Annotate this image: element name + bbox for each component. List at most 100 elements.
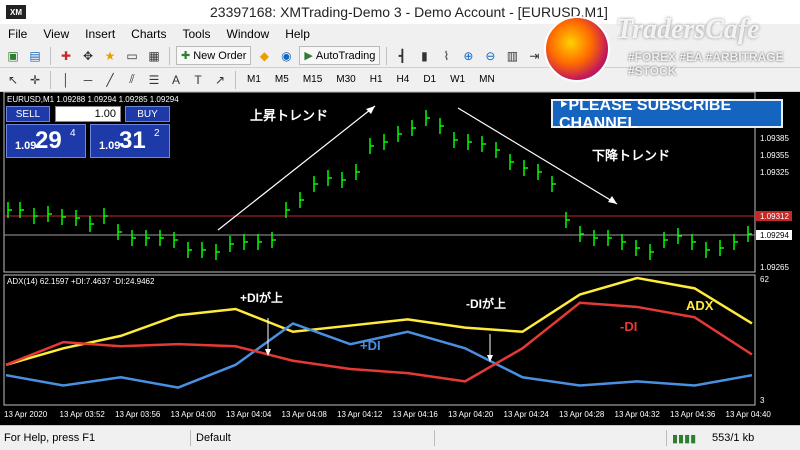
menu-charts[interactable]: Charts xyxy=(123,27,174,41)
menu-view[interactable]: View xyxy=(35,27,77,41)
autotrading-button[interactable]: ▶ AutoTrading xyxy=(299,46,381,65)
arrows-tool-icon[interactable]: ↗ xyxy=(211,71,229,89)
x-tick-label: 13 Apr 04:00 xyxy=(171,410,217,419)
fibonacci-icon[interactable]: ☰ xyxy=(145,71,163,89)
channel-icon[interactable]: ⫽ xyxy=(123,71,141,89)
timeframe-m5[interactable]: M5 xyxy=(270,74,294,85)
x-tick-label: 13 Apr 04:12 xyxy=(337,410,383,419)
series-line-di xyxy=(5,322,753,389)
line-chart-icon[interactable]: ⌇ xyxy=(437,47,455,65)
y-tick-label: 1.09325 xyxy=(760,168,789,177)
y-tick-label: 1.09355 xyxy=(760,151,789,160)
timeframe-m1[interactable]: M1 xyxy=(242,74,266,85)
x-tick-label: 13 Apr 04:40 xyxy=(726,410,772,419)
traderscafe-watermark: TradersCafe #FOREX #EA #ARBITRAGE #STOCK xyxy=(540,14,800,94)
red-price-tag-label: 1.09312 xyxy=(760,212,789,221)
tile-windows-icon[interactable]: ▥ xyxy=(503,47,521,65)
timeframe-h1[interactable]: H1 xyxy=(365,74,388,85)
candlestick-icon[interactable]: ▮ xyxy=(415,47,433,65)
tester-icon[interactable]: ▦ xyxy=(145,47,163,65)
adx-series-label: ADX xyxy=(686,298,714,313)
timeframe-m30[interactable]: M30 xyxy=(331,74,360,85)
x-tick-label: 13 Apr 04:04 xyxy=(226,410,272,419)
adx-header: ADX(14) 62.1597 +DI:7.4637 -DI:24.9462 xyxy=(7,277,155,286)
timeframe-m15[interactable]: M15 xyxy=(298,74,327,85)
one-click-trading-panel: SELL 1.00 BUY 1.09 29 4 1.09 31 2 xyxy=(6,106,170,158)
buy-price-button[interactable]: 1.09 31 2 xyxy=(90,124,170,158)
x-tick-label: 13 Apr 04:32 xyxy=(615,410,661,419)
buy-price-big: 31 xyxy=(119,127,146,154)
terminal-icon[interactable]: ▭ xyxy=(123,47,141,65)
app-logo-icon: XM xyxy=(6,5,26,19)
vertical-line-icon[interactable]: │ xyxy=(57,71,75,89)
zoom-in-icon[interactable]: ⊕ xyxy=(459,47,477,65)
horizontal-line-icon[interactable]: ─ xyxy=(79,71,97,89)
x-tick-label: 13 Apr 04:28 xyxy=(559,410,605,419)
menu-tools[interactable]: Tools xyxy=(175,27,219,41)
trendline-icon[interactable]: ╱ xyxy=(101,71,119,89)
x-tick-label: 13 Apr 04:36 xyxy=(670,410,716,419)
adx-lines-group xyxy=(5,276,753,389)
cursor-icon[interactable]: ↖ xyxy=(4,71,22,89)
y-tick-label: 1.09265 xyxy=(760,263,789,272)
x-tick-label: 13 Apr 04:16 xyxy=(393,410,439,419)
new-order-button[interactable]: ✚ New Order xyxy=(176,46,252,65)
timeframe-w1[interactable]: W1 xyxy=(445,74,470,85)
sell-price-sup: 4 xyxy=(70,128,76,139)
new-order-icon: ✚ xyxy=(181,50,191,62)
autotrading-label: AutoTrading xyxy=(315,49,376,62)
sell-price-button[interactable]: 1.09 29 4 xyxy=(6,124,86,158)
data-window-icon[interactable]: ✥ xyxy=(79,47,97,65)
uptrend-arrow xyxy=(217,105,376,231)
sell-button[interactable]: SELL xyxy=(6,106,50,122)
price-chart-header: EURUSD,M1 1.09288 1.09294 1.09285 1.0929… xyxy=(7,95,179,104)
crosshair-icon[interactable]: ✛ xyxy=(26,71,44,89)
adx-y-tick-label: 3 xyxy=(760,396,765,405)
menu-help[interactable]: Help xyxy=(277,27,318,41)
x-tick-label: 13 Apr 04:24 xyxy=(504,410,550,419)
watermark-subtitle: #FOREX #EA #ARBITRAGE #STOCK xyxy=(628,50,784,78)
autotrading-icon: ▶ xyxy=(304,50,313,62)
timeframe-h4[interactable]: H4 xyxy=(392,74,415,85)
new-chart-icon[interactable]: ▣ xyxy=(4,47,22,65)
adx-y-tick-label: 62 xyxy=(760,275,769,284)
metaeditor-icon[interactable]: ◆ xyxy=(255,47,273,65)
subscribe-banner: ‣PLEASE SUBSCRIBE CHANNEL xyxy=(551,97,783,132)
status-bar: For Help, press F1 Default ▮▮▮▮ 553/1 kb xyxy=(0,425,800,450)
zoom-out-icon[interactable]: ⊖ xyxy=(481,47,499,65)
profiles-icon[interactable]: ▤ xyxy=(26,47,44,65)
menu-insert[interactable]: Insert xyxy=(77,27,123,41)
market-watch-icon[interactable]: ✚ xyxy=(57,47,75,65)
navigator-icon[interactable]: ★ xyxy=(101,47,119,65)
label-tool-icon[interactable]: T xyxy=(189,71,207,89)
menu-file[interactable]: File xyxy=(0,27,35,41)
timeframe-mn[interactable]: MN xyxy=(474,74,500,85)
di-minus-cross-annotation: -DIが上 xyxy=(466,296,506,311)
watermark-title: TradersCafe xyxy=(616,14,760,45)
lot-size-input[interactable]: 1.00 xyxy=(55,106,121,122)
status-profile: Default xyxy=(196,432,231,444)
x-tick-label: 13 Apr 04:08 xyxy=(282,410,328,419)
buy-button[interactable]: BUY xyxy=(125,106,170,122)
bar-chart-icon[interactable]: ┫ xyxy=(393,47,411,65)
sell-price-big: 29 xyxy=(35,127,62,154)
status-traffic: 553/1 kb xyxy=(712,432,755,444)
x-tick-label: 13 Apr 2020 xyxy=(4,410,48,419)
current-price-tag-label: 1.09294 xyxy=(760,231,789,240)
connection-icon: ▮▮▮▮ xyxy=(672,433,697,445)
lion-logo-icon xyxy=(544,16,610,82)
buy-price-sup: 2 xyxy=(154,128,160,139)
menu-window[interactable]: Window xyxy=(219,27,278,41)
y-tick-label: 1.09385 xyxy=(760,134,789,143)
new-order-label: New Order xyxy=(193,49,247,62)
sell-price-prefix: 1.09 xyxy=(15,140,37,152)
x-tick-label: 13 Apr 03:52 xyxy=(60,410,106,419)
text-tool-icon[interactable]: A xyxy=(167,71,185,89)
x-tick-label: 13 Apr 04:20 xyxy=(448,410,494,419)
x-axis-labels: 13 Apr 2020 13 Apr 03:52 13 Apr 03:56 13 Ap… xyxy=(4,410,771,419)
downtrend-annotation: 下降トレンド xyxy=(592,148,670,163)
timeframe-d1[interactable]: D1 xyxy=(418,74,441,85)
expert-icon[interactable]: ◉ xyxy=(277,47,295,65)
uptrend-annotation: 上昇トレンド xyxy=(250,108,328,123)
di-minus-series-label: -DI xyxy=(620,319,637,334)
